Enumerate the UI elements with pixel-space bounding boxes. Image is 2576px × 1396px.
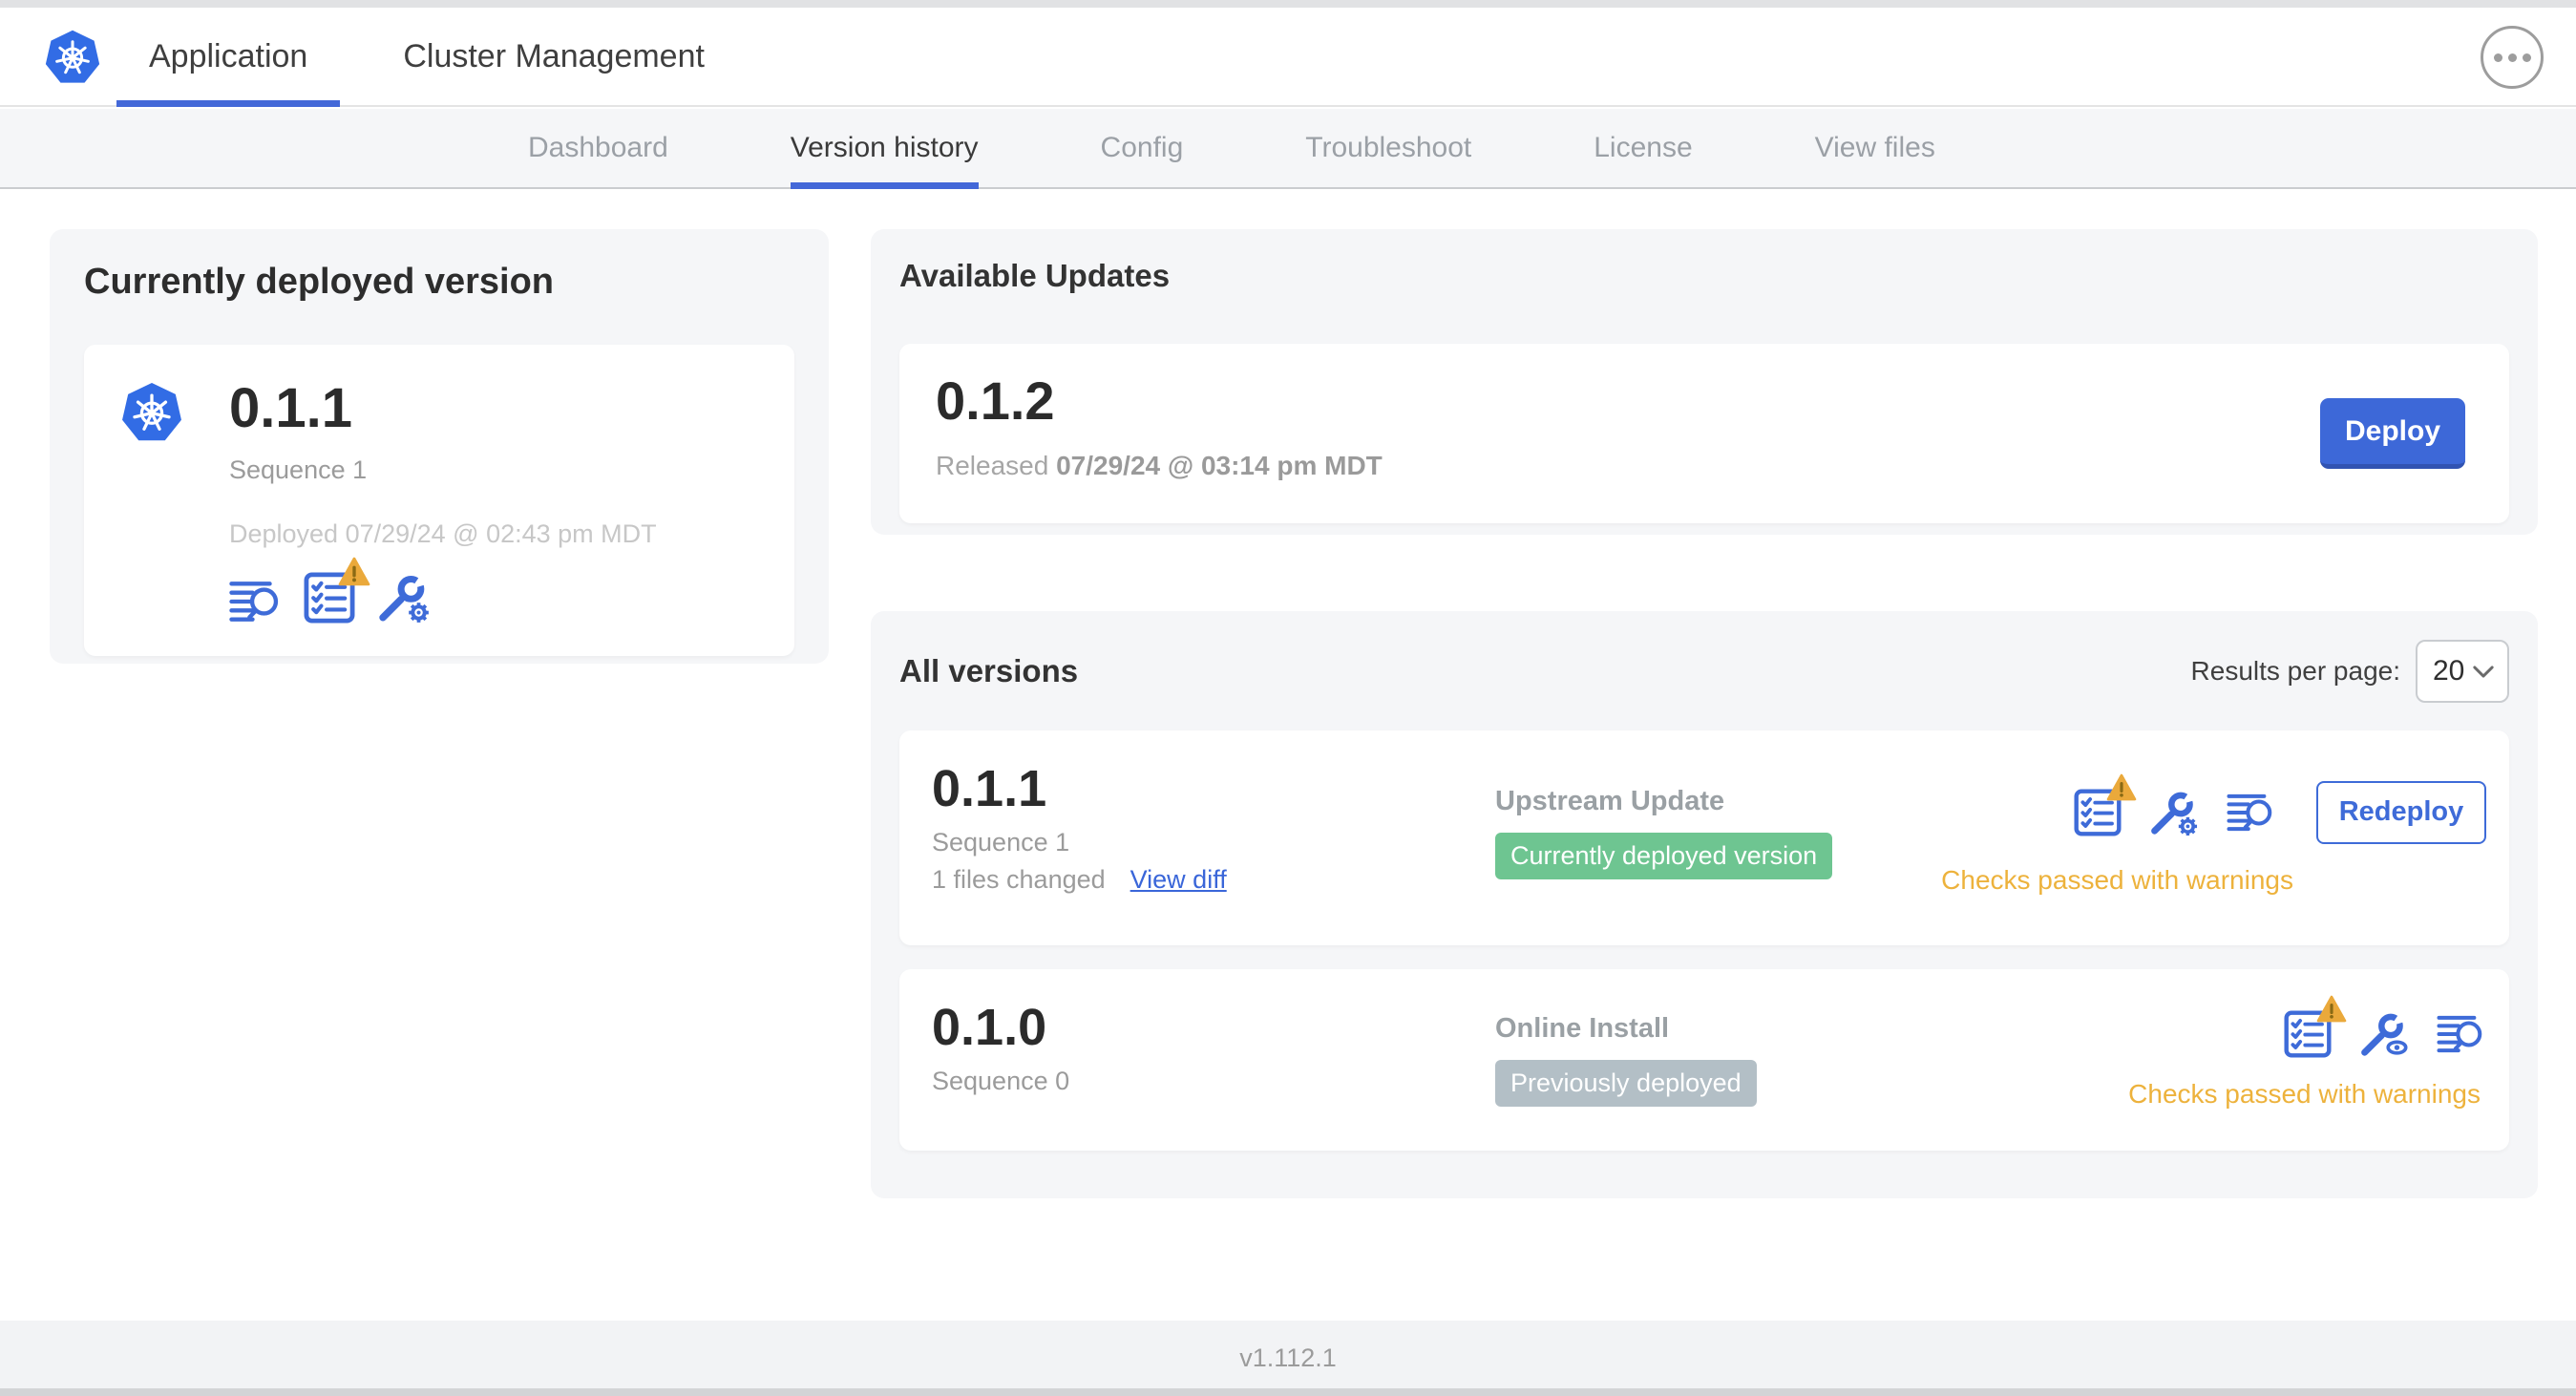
available-updates-section: Available Updates 0.1.2 Released 07/29/2…	[871, 229, 2538, 535]
tab-license[interactable]: License	[1561, 109, 1724, 187]
deployed-timestamp: Deployed 07/29/24 @ 02:43 pm MDT	[229, 519, 657, 548]
version-source: Upstream Update	[1495, 786, 1725, 816]
tab-troubleshoot[interactable]: Troubleshoot	[1273, 109, 1504, 187]
overflow-menu-button[interactable]	[2481, 26, 2544, 89]
wrench-gear-icon[interactable]	[376, 572, 432, 624]
checks-status: Checks passed with warnings	[2128, 1079, 2481, 1109]
row-sequence: Sequence 1	[932, 828, 1070, 857]
wrench-gear-icon[interactable]	[2148, 789, 2200, 837]
ellipsis-icon	[2493, 53, 2502, 62]
version-source: Online Install	[1495, 1013, 1670, 1044]
released-timestamp: Released 07/29/24 @ 03:14 pm MDT	[936, 451, 1383, 480]
tab-application[interactable]: Application	[116, 8, 341, 107]
app-icon	[120, 381, 183, 444]
row-version-number: 0.1.1	[932, 760, 1047, 817]
tab-cluster-management[interactable]: Cluster Management	[370, 8, 737, 105]
currently-deployed-card: 0.1.1 Sequence 1 Deployed 07/29/24 @ 02:…	[84, 345, 794, 656]
version-row: 0.1.0 Sequence 0 Online Install Previous…	[899, 969, 2509, 1151]
top-bar: Application Cluster Management	[0, 8, 2576, 107]
tab-view-files[interactable]: View files	[1783, 109, 1968, 187]
update-version-number: 0.1.2	[936, 370, 1055, 431]
logs-icon[interactable]	[229, 580, 283, 624]
files-changed: 1 files changed	[932, 865, 1106, 894]
status-badge: Previously deployed	[1495, 1060, 1757, 1107]
warning-triangle-icon	[338, 557, 370, 586]
status-badge: Currently deployed version	[1495, 833, 1833, 879]
version-row: 0.1.1 Sequence 1 1 files changed View di…	[899, 730, 2509, 945]
tab-version-history[interactable]: Version history	[758, 109, 1011, 189]
update-card: 0.1.2 Released 07/29/24 @ 03:14 pm MDT D…	[899, 344, 2509, 523]
top-tabs: Application Cluster Management	[116, 8, 737, 107]
logs-icon[interactable]	[2227, 793, 2276, 833]
tab-dashboard[interactable]: Dashboard	[496, 109, 701, 187]
preflight-checks-warning-icon[interactable]	[2074, 772, 2137, 836]
deploy-button[interactable]: Deploy	[2320, 398, 2465, 469]
tab-config[interactable]: Config	[1068, 109, 1216, 187]
currently-deployed-section: Currently deployed version 0.1.1 Sequenc…	[50, 229, 829, 664]
deployed-version-number: 0.1.1	[229, 377, 352, 439]
checks-status: Checks passed with warnings	[1941, 864, 2293, 895]
all-versions-title: All versions	[899, 653, 1079, 688]
redeploy-button[interactable]: Redeploy	[2316, 780, 2486, 844]
available-updates-title: Available Updates	[899, 258, 1171, 293]
preflight-checks-warning-icon[interactable]	[304, 557, 370, 624]
currently-deployed-title: Currently deployed version	[84, 262, 555, 302]
all-versions-section: All versions Results per page: 20 0.1.1 …	[871, 611, 2538, 1198]
deployed-sequence: Sequence 1	[229, 455, 368, 484]
app-nav: Dashboard Version history Config Trouble…	[0, 109, 2576, 189]
chevron-down-icon	[2473, 665, 2494, 678]
footer: v1.112.1	[0, 1321, 2576, 1396]
console-version: v1.112.1	[1239, 1343, 1337, 1372]
wrench-eye-icon[interactable]	[2358, 1010, 2410, 1058]
warning-triangle-icon	[2316, 995, 2347, 1023]
preflight-checks-warning-icon[interactable]	[2284, 995, 2347, 1058]
window-bottom-edge	[0, 1388, 2576, 1396]
row-sequence: Sequence 0	[932, 1067, 1070, 1095]
view-diff-link[interactable]: View diff	[1130, 865, 1227, 895]
results-per-page-select[interactable]: 20	[2416, 640, 2509, 703]
results-per-page-label: Results per page:	[2190, 656, 2400, 686]
kubernetes-logo-icon	[44, 29, 101, 86]
warning-triangle-icon	[2106, 772, 2137, 801]
row-version-number: 0.1.0	[932, 999, 1047, 1056]
logs-icon[interactable]	[2437, 1014, 2486, 1054]
window-top-edge	[0, 0, 2576, 8]
